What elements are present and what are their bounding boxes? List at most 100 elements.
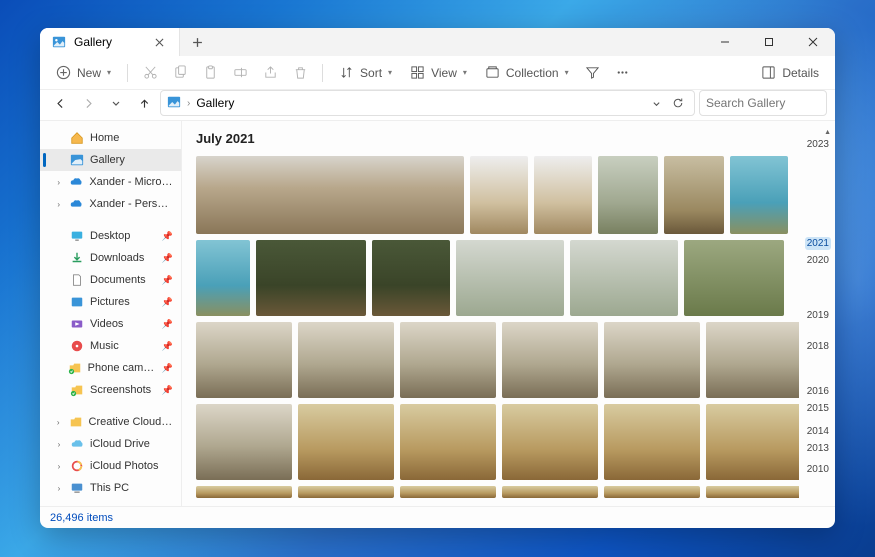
folder-icon [69, 415, 83, 429]
sidebar-item-music[interactable]: Music 📌 [40, 335, 181, 357]
photo-thumbnail[interactable] [456, 240, 564, 316]
tab-gallery[interactable]: Gallery [40, 28, 180, 56]
photo-thumbnail[interactable] [502, 486, 598, 498]
chevron-right-icon[interactable]: › [54, 440, 64, 449]
search-input[interactable] [706, 96, 835, 110]
chevron-right-icon[interactable]: › [54, 462, 64, 471]
collection-button[interactable]: Collection ▾ [477, 59, 577, 87]
photo-thumbnail[interactable] [604, 486, 700, 498]
sidebar-item-screenshots[interactable]: Screenshots 📌 [40, 379, 181, 401]
gallery-icon [70, 153, 84, 167]
sidebar-item-home[interactable]: Home [40, 127, 181, 149]
pin-icon: 📌 [162, 275, 173, 286]
sidebar-item-documents[interactable]: Documents 📌 [40, 269, 181, 291]
timeline-year[interactable]: 2021 [805, 237, 831, 250]
photo-thumbnail[interactable] [570, 240, 678, 316]
sidebar-item-creative-cloud[interactable]: › Creative Cloud Files [40, 411, 181, 433]
chevron-right-icon[interactable]: › [54, 484, 64, 493]
chevron-right-icon[interactable]: › [54, 418, 63, 427]
timeline-year[interactable]: 2020 [805, 254, 831, 267]
cut-button[interactable] [136, 59, 164, 87]
photo-thumbnail[interactable] [534, 156, 592, 234]
sidebar-item-desktop[interactable]: Desktop 📌 [40, 225, 181, 247]
photo-thumbnail[interactable] [502, 404, 598, 480]
pictures-icon [70, 295, 84, 309]
rename-button[interactable] [226, 59, 254, 87]
sidebar-item-videos[interactable]: Videos 📌 [40, 313, 181, 335]
address-dropdown[interactable] [646, 93, 666, 113]
photo-thumbnail[interactable] [604, 322, 700, 398]
photo-thumbnail[interactable] [684, 240, 784, 316]
photo-thumbnail[interactable] [298, 404, 394, 480]
photo-thumbnail[interactable] [196, 404, 292, 480]
delete-button[interactable] [286, 59, 314, 87]
sidebar-item-downloads[interactable]: Downloads 📌 [40, 247, 181, 269]
timeline-year[interactable]: 2018 [805, 340, 831, 353]
timeline-year[interactable]: 2015 [805, 402, 831, 415]
photo-thumbnail[interactable] [256, 240, 366, 316]
timeline-year[interactable]: 2013 [805, 442, 831, 455]
share-button[interactable] [256, 59, 284, 87]
scroll-up-icon[interactable]: ▲ [824, 129, 831, 136]
sidebar-item-pictures[interactable]: Pictures 📌 [40, 291, 181, 313]
photo-thumbnail[interactable] [502, 322, 598, 398]
photo-thumbnail[interactable] [470, 156, 528, 234]
sort-button[interactable]: Sort ▾ [331, 59, 400, 87]
photo-thumbnail[interactable] [706, 486, 799, 498]
sidebar-item-this-pc[interactable]: › This PC [40, 477, 181, 499]
view-button[interactable]: View ▾ [402, 59, 475, 87]
up-button[interactable] [132, 91, 156, 115]
tab-close-button[interactable] [151, 34, 167, 50]
minimize-button[interactable] [703, 28, 747, 56]
photo-thumbnail[interactable] [196, 486, 292, 498]
onedrive-icon [69, 175, 83, 189]
details-button[interactable]: Details [753, 59, 827, 87]
photo-thumbnail[interactable] [196, 156, 464, 234]
photo-thumbnail[interactable] [196, 240, 250, 316]
photo-thumbnail[interactable] [400, 322, 496, 398]
forward-button[interactable] [76, 91, 100, 115]
photo-thumbnail[interactable] [298, 486, 394, 498]
paste-button[interactable] [196, 59, 224, 87]
close-button[interactable] [791, 28, 835, 56]
maximize-button[interactable] [747, 28, 791, 56]
timeline-year[interactable]: 2019 [805, 309, 831, 322]
sidebar-item-xander-personal[interactable]: › Xander - Personal [40, 193, 181, 215]
new-button[interactable]: New ▾ [48, 59, 119, 87]
address-bar[interactable]: › Gallery [160, 90, 695, 116]
gallery-grid[interactable]: July 2021 [182, 121, 799, 506]
timeline-year[interactable]: 2016 [805, 385, 831, 398]
item-count: 26,496 items [50, 512, 113, 524]
sidebar-item-icloud-drive[interactable]: › iCloud Drive [40, 433, 181, 455]
chevron-down-icon: ▾ [463, 68, 467, 77]
new-tab-button[interactable] [180, 28, 214, 56]
sidebar-item-xander-microsoft[interactable]: › Xander - Microsoft [40, 171, 181, 193]
recent-dropdown[interactable] [104, 91, 128, 115]
photo-thumbnail[interactable] [664, 156, 724, 234]
timeline-year[interactable]: 2010 [805, 463, 831, 476]
photo-thumbnail[interactable] [400, 486, 496, 498]
timeline-year[interactable]: 2023 [805, 138, 831, 151]
photo-thumbnail[interactable] [400, 404, 496, 480]
photo-thumbnail[interactable] [598, 156, 658, 234]
photo-thumbnail[interactable] [604, 404, 700, 480]
sidebar-item-phone-camera[interactable]: Phone camera roll 📌 [40, 357, 181, 379]
photo-thumbnail[interactable] [298, 322, 394, 398]
copy-button[interactable] [166, 59, 194, 87]
photo-thumbnail[interactable] [372, 240, 450, 316]
year-timeline[interactable]: ▲ 2023 2021 2020 2019 2018 2016 2015 201… [799, 121, 835, 506]
photo-thumbnail[interactable] [196, 322, 292, 398]
search-box[interactable] [699, 90, 827, 116]
refresh-button[interactable] [668, 93, 688, 113]
photo-thumbnail[interactable] [730, 156, 788, 234]
filter-button[interactable] [579, 59, 607, 87]
chevron-right-icon[interactable]: › [54, 200, 63, 209]
photo-thumbnail[interactable] [706, 404, 799, 480]
chevron-right-icon[interactable]: › [54, 178, 63, 187]
sidebar-item-icloud-photos[interactable]: › iCloud Photos [40, 455, 181, 477]
photo-thumbnail[interactable] [706, 322, 799, 398]
timeline-year[interactable]: 2014 [805, 425, 831, 438]
more-button[interactable] [609, 59, 637, 87]
back-button[interactable] [48, 91, 72, 115]
sidebar-item-gallery[interactable]: Gallery [40, 149, 181, 171]
